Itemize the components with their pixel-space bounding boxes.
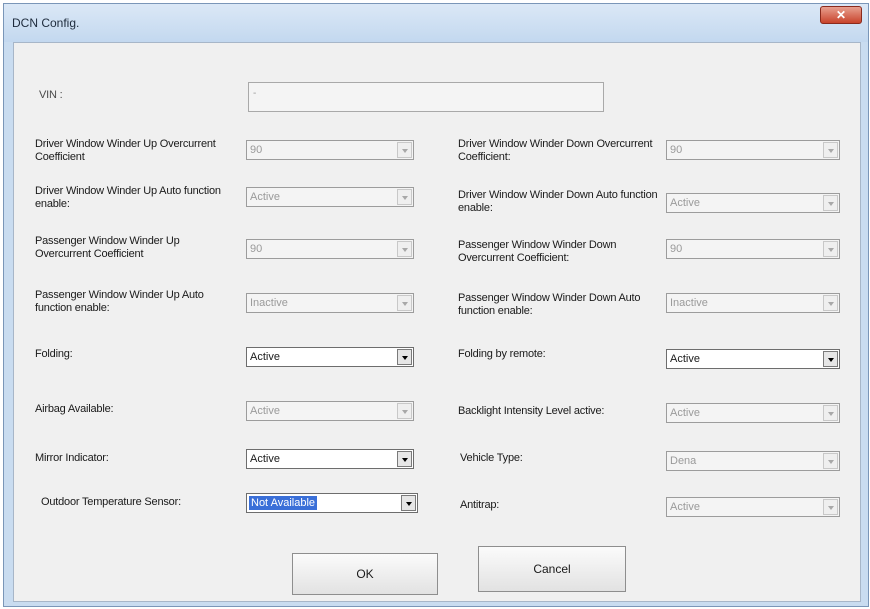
passenger-up-overcurrent-value: 90 <box>250 243 263 255</box>
dropdown-button[interactable] <box>823 453 838 469</box>
folding-by-remote-label: Folding by remote: <box>458 348 546 360</box>
chevron-down-icon <box>828 412 834 416</box>
chevron-down-icon <box>402 302 408 306</box>
dropdown-button[interactable] <box>823 241 838 257</box>
antitrap-value: Active <box>670 501 700 513</box>
folding-value: Active <box>250 351 280 363</box>
antitrap-label: Antitrap: <box>460 499 500 511</box>
outdoor-temp-sensor-select[interactable]: Not Available <box>246 493 418 513</box>
driver-down-auto-label: Driver Window Winder Down Auto function … <box>458 189 658 214</box>
antitrap-select[interactable]: Active <box>666 497 840 517</box>
passenger-down-overcurrent-label: Passenger Window Winder Down Overcurrent… <box>458 239 617 264</box>
driver-up-overcurrent-select[interactable]: 90 <box>246 140 414 160</box>
outdoor-temp-sensor-label: Outdoor Temperature Sensor: <box>41 496 181 508</box>
folding-select[interactable]: Active <box>246 347 414 367</box>
folding-label: Folding: <box>35 348 73 360</box>
dropdown-button[interactable] <box>397 349 412 365</box>
dropdown-button[interactable] <box>823 142 838 158</box>
chevron-down-icon <box>828 358 834 362</box>
driver-up-auto-value: Active <box>250 191 280 203</box>
passenger-down-auto-value: Inactive <box>670 297 708 309</box>
dropdown-button[interactable] <box>823 351 838 367</box>
backlight-intensity-label: Backlight Intensity Level active: <box>458 405 605 417</box>
chevron-down-icon <box>828 460 834 464</box>
passenger-up-overcurrent-select[interactable]: 90 <box>246 239 414 259</box>
passenger-down-overcurrent-select[interactable]: 90 <box>666 239 840 259</box>
airbag-available-select[interactable]: Active <box>246 401 414 421</box>
dropdown-button[interactable] <box>823 405 838 421</box>
passenger-up-overcurrent-label: Passenger Window Winder Up Overcurrent C… <box>35 235 180 260</box>
folding-by-remote-select[interactable]: Active <box>666 349 840 369</box>
backlight-intensity-select[interactable]: Active <box>666 403 840 423</box>
chevron-down-icon <box>828 202 834 206</box>
airbag-available-label: Airbag Available: <box>35 403 114 415</box>
vin-value: - <box>253 88 257 99</box>
title-bar[interactable]: DCN Config. ✕ <box>4 4 868 42</box>
passenger-up-auto-label: Passenger Window Winder Up Auto function… <box>35 289 204 314</box>
dropdown-button[interactable] <box>397 403 412 419</box>
dropdown-button[interactable] <box>823 195 838 211</box>
chevron-down-icon <box>828 248 834 252</box>
dropdown-button[interactable] <box>397 142 412 158</box>
chevron-down-icon <box>828 506 834 510</box>
chevron-down-icon <box>402 149 408 153</box>
vehicle-type-select[interactable]: Dena <box>666 451 840 471</box>
window-title: DCN Config. <box>12 16 80 30</box>
airbag-available-value: Active <box>250 405 280 417</box>
driver-up-auto-select[interactable]: Active <box>246 187 414 207</box>
vehicle-type-label: Vehicle Type: <box>460 452 523 464</box>
chevron-down-icon <box>402 410 408 414</box>
driver-up-overcurrent-value: 90 <box>250 144 263 156</box>
dropdown-button[interactable] <box>397 189 412 205</box>
passenger-down-auto-label: Passenger Window Winder Down Auto functi… <box>458 292 641 317</box>
driver-up-auto-label: Driver Window Winder Up Auto function en… <box>35 185 221 210</box>
driver-down-overcurrent-value: 90 <box>670 144 683 156</box>
vin-input[interactable]: - <box>248 82 604 112</box>
cancel-button[interactable]: Cancel <box>478 546 626 592</box>
dropdown-button[interactable] <box>397 451 412 467</box>
outdoor-temp-sensor-value: Not Available <box>249 496 318 510</box>
passenger-up-auto-value: Inactive <box>250 297 288 309</box>
passenger-down-auto-select[interactable]: Inactive <box>666 293 840 313</box>
mirror-indicator-select[interactable]: Active <box>246 449 414 469</box>
chevron-down-icon <box>402 196 408 200</box>
dcn-config-dialog: DCN Config. ✕ VIN : - Driver Window Wind… <box>3 3 869 607</box>
driver-down-overcurrent-select[interactable]: 90 <box>666 140 840 160</box>
dropdown-button[interactable] <box>823 499 838 515</box>
chevron-down-icon <box>402 458 408 462</box>
folding-by-remote-value: Active <box>670 353 700 365</box>
passenger-up-auto-select[interactable]: Inactive <box>246 293 414 313</box>
vin-label: VIN : <box>39 89 63 101</box>
driver-down-auto-value: Active <box>670 197 700 209</box>
mirror-indicator-value: Active <box>250 453 280 465</box>
dialog-body: VIN : - Driver Window Winder Up Overcurr… <box>13 42 861 602</box>
chevron-down-icon <box>828 149 834 153</box>
close-icon: ✕ <box>835 8 847 22</box>
chevron-down-icon <box>402 356 408 360</box>
mirror-indicator-label: Mirror Indicator: <box>35 452 109 464</box>
driver-up-overcurrent-label: Driver Window Winder Up Overcurrent Coef… <box>35 138 216 163</box>
backlight-intensity-value: Active <box>670 407 700 419</box>
vehicle-type-value: Dena <box>670 455 697 467</box>
close-button[interactable]: ✕ <box>820 6 862 24</box>
dropdown-button[interactable] <box>397 295 412 311</box>
chevron-down-icon <box>406 502 412 506</box>
ok-button[interactable]: OK <box>292 553 438 595</box>
dropdown-button[interactable] <box>397 241 412 257</box>
chevron-down-icon <box>402 248 408 252</box>
dropdown-button[interactable] <box>823 295 838 311</box>
passenger-down-overcurrent-value: 90 <box>670 243 683 255</box>
chevron-down-icon <box>828 302 834 306</box>
driver-down-auto-select[interactable]: Active <box>666 193 840 213</box>
driver-down-overcurrent-label: Driver Window Winder Down Overcurrent Co… <box>458 138 653 163</box>
dropdown-button[interactable] <box>401 495 416 511</box>
